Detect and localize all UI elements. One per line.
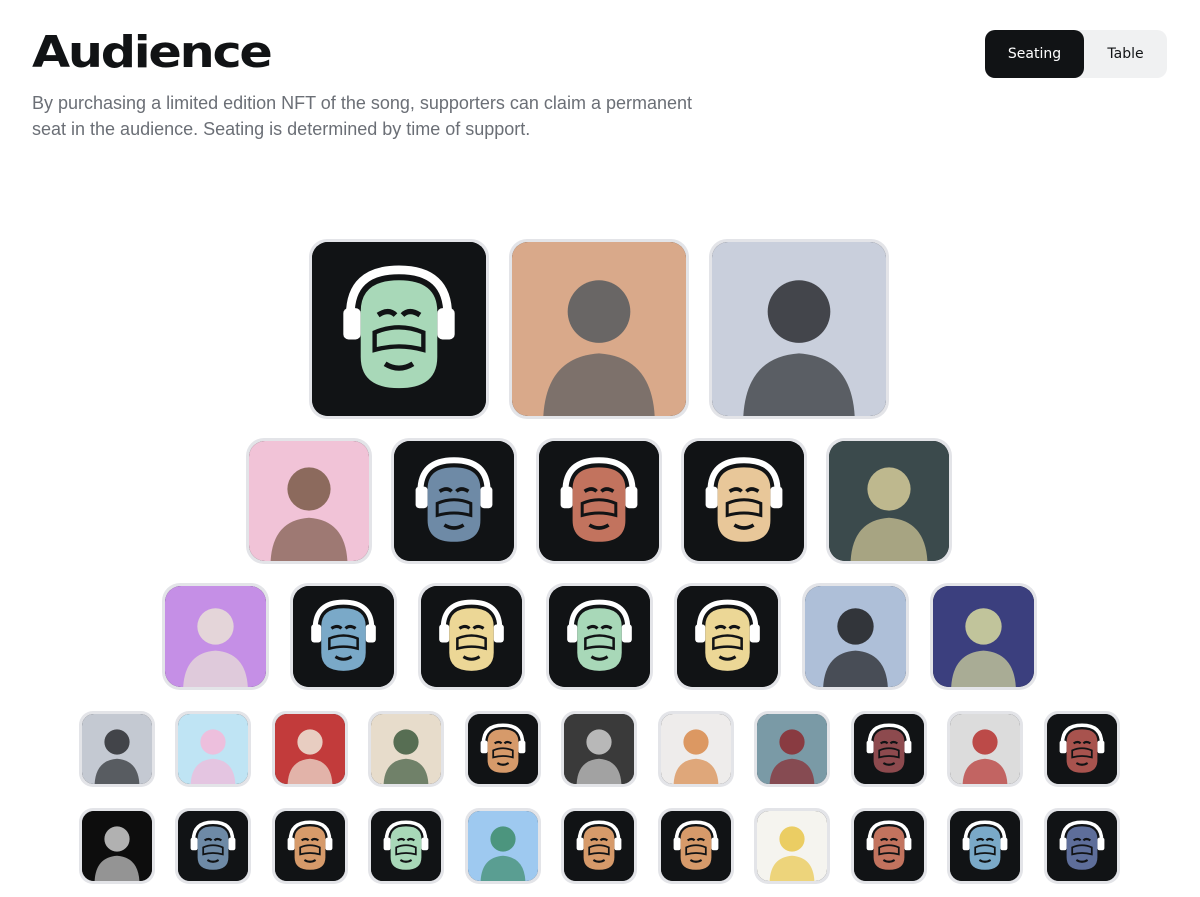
seat-1-2[interactable] xyxy=(509,239,689,419)
seat-5-6[interactable] xyxy=(561,808,637,884)
seat-4-5[interactable] xyxy=(464,711,541,787)
seat-4-8[interactable] xyxy=(754,711,830,787)
seat-5-8[interactable] xyxy=(754,808,830,884)
monkey-headphones-icon xyxy=(312,242,486,416)
seat-4-6[interactable] xyxy=(561,711,637,787)
wizard-pixel-avatar xyxy=(81,811,152,881)
monkey-headphones-icon xyxy=(1046,811,1117,881)
view-toggle: Seating Table xyxy=(985,30,1167,78)
monkey-headphones-icon xyxy=(539,441,659,561)
monkey-headphones-icon xyxy=(292,586,394,687)
monkey-headphones-icon xyxy=(950,811,1020,881)
monkey-headphones-icon xyxy=(564,811,634,881)
monkey-headphones-icon xyxy=(548,586,650,687)
cartoon-boy-avatar xyxy=(660,714,731,784)
seating-view-button[interactable]: Seating xyxy=(985,30,1084,78)
monkey-headphones-icon xyxy=(660,811,731,881)
seat-1-1[interactable] xyxy=(309,239,489,419)
page-title: Audience xyxy=(32,27,273,78)
seat-4-9[interactable] xyxy=(850,711,927,787)
seat-4-11[interactable] xyxy=(1043,711,1120,787)
seat-3-4[interactable] xyxy=(545,583,653,690)
seat-3-1[interactable] xyxy=(161,583,269,690)
person-smiling-avatar xyxy=(757,714,827,784)
monkey-headphones-icon xyxy=(853,811,924,881)
monkey-headphones-icon xyxy=(853,714,924,784)
seat-3-7[interactable] xyxy=(929,583,1037,690)
page-description: By purchasing a limited edition NFT of t… xyxy=(32,93,693,139)
seat-3-3[interactable] xyxy=(417,583,525,690)
monkey-headphones-icon xyxy=(178,811,248,881)
table-view-button[interactable]: Table xyxy=(1084,30,1167,78)
monkey-headphones-icon xyxy=(1046,714,1117,784)
seat-4-10[interactable] xyxy=(947,711,1023,787)
dog-snow-avatar xyxy=(804,586,906,687)
seat-4-3[interactable] xyxy=(271,711,348,787)
person-portrait-avatar xyxy=(81,714,152,784)
person-bw-avatar xyxy=(564,714,634,784)
robot-nft-avatar xyxy=(164,586,266,687)
cap-nft-avatar xyxy=(950,714,1020,784)
monkey-headphones-icon xyxy=(467,714,538,784)
seat-2-2[interactable] xyxy=(391,438,517,564)
seat-5-11[interactable] xyxy=(1043,808,1120,884)
person-pink-avatar xyxy=(249,441,369,561)
person-portrait-avatar xyxy=(712,242,886,416)
monkey-headphones-icon xyxy=(394,441,514,561)
seat-5-5[interactable] xyxy=(464,808,541,884)
seat-4-7[interactable] xyxy=(657,711,734,787)
bulldog-nft-avatar xyxy=(512,242,686,416)
green-hair-avatar xyxy=(467,811,538,881)
pixel-punk-avatar xyxy=(371,714,441,784)
seat-5-9[interactable] xyxy=(850,808,927,884)
seat-1-3[interactable] xyxy=(709,239,889,419)
seat-5-1[interactable] xyxy=(78,808,155,884)
seat-5-10[interactable] xyxy=(947,808,1023,884)
seat-3-5[interactable] xyxy=(673,583,781,690)
llama-pixel-avatar xyxy=(757,811,827,881)
monkey-headphones-icon xyxy=(371,811,441,881)
seat-3-2[interactable] xyxy=(289,583,397,690)
cartoon-nft-avatar xyxy=(178,714,248,784)
person-outdoor-avatar xyxy=(829,441,949,561)
seat-2-3[interactable] xyxy=(536,438,662,564)
seat-5-4[interactable] xyxy=(368,808,444,884)
monkey-headphones-icon xyxy=(684,441,804,561)
ape-nft-avatar xyxy=(932,586,1034,687)
seat-5-2[interactable] xyxy=(175,808,251,884)
seat-4-2[interactable] xyxy=(175,711,251,787)
seat-2-1[interactable] xyxy=(246,438,372,564)
seat-5-7[interactable] xyxy=(657,808,734,884)
seat-2-5[interactable] xyxy=(826,438,952,564)
hat-nft-avatar xyxy=(274,714,345,784)
seat-3-6[interactable] xyxy=(801,583,909,690)
monkey-headphones-icon xyxy=(420,586,522,687)
seat-2-4[interactable] xyxy=(681,438,807,564)
seat-5-3[interactable] xyxy=(271,808,348,884)
monkey-headphones-icon xyxy=(676,586,778,687)
monkey-headphones-icon xyxy=(274,811,345,881)
seat-4-4[interactable] xyxy=(368,711,444,787)
seat-4-1[interactable] xyxy=(78,711,155,787)
